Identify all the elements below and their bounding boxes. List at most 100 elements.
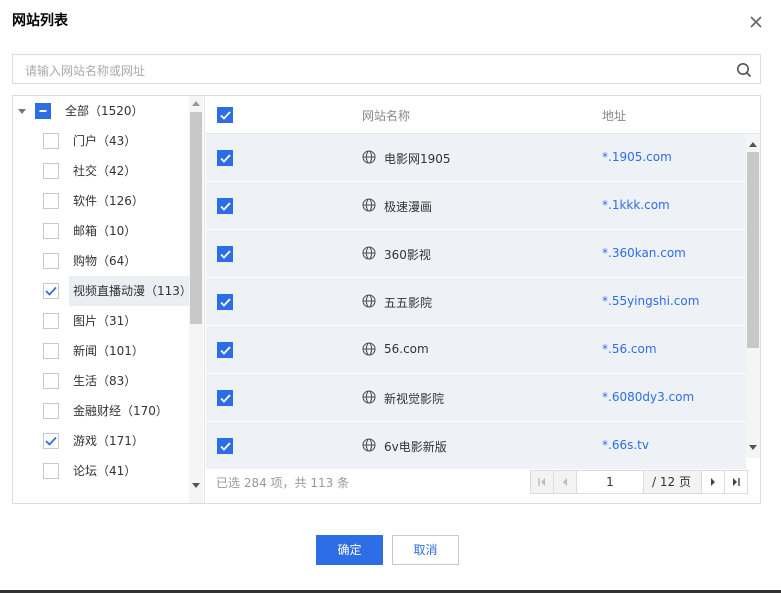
tree-scroll-thumb[interactable] <box>190 112 202 324</box>
site-address[interactable]: *.55yingshi.com <box>602 294 699 308</box>
tree-item[interactable]: 生活（83） <box>43 366 140 396</box>
select-all-checkbox[interactable] <box>217 107 233 123</box>
globe-icon <box>362 198 376 212</box>
tree-checkbox[interactable] <box>43 403 59 419</box>
globe-icon <box>362 390 376 404</box>
tree-item[interactable]: 图片（31） <box>43 306 140 336</box>
table-footer: 已选 284 项，共 113 条 / 12 页 <box>206 458 760 503</box>
row-checkbox[interactable] <box>217 150 233 166</box>
scroll-down-icon[interactable] <box>192 483 200 489</box>
search-input[interactable] <box>23 61 727 81</box>
tree-item-label: 门户（43） <box>73 134 137 148</box>
tree-checkbox[interactable] <box>43 463 59 479</box>
row-checkbox[interactable] <box>217 390 233 406</box>
scroll-up-icon[interactable] <box>749 141 757 147</box>
tree-item[interactable]: 软件（126） <box>43 186 148 216</box>
tree-item-label: 游戏（171） <box>73 434 144 448</box>
table-row[interactable]: 五五影院 *.55yingshi.com <box>206 278 746 326</box>
tree-scrollbar[interactable] <box>189 96 203 503</box>
page-number-input[interactable] <box>576 470 644 494</box>
tree-item-label: 购物（64） <box>73 254 137 268</box>
website-list-dialog: 网站列表 全部（1520） 门户（43） 社交（42） 软件（126） 邮箱（10） 购物… <box>0 0 781 593</box>
tree-item[interactable]: 社交（42） <box>43 156 140 186</box>
scroll-down-icon[interactable] <box>749 445 757 451</box>
page-total: / 12 页 <box>643 470 702 494</box>
tree-checkbox[interactable] <box>43 163 59 179</box>
site-name: 新视觉影院 <box>384 392 445 406</box>
tree-item[interactable]: 视频直播动漫（113） <box>43 276 196 306</box>
tree-checkbox[interactable] <box>43 193 59 209</box>
prev-page-icon <box>563 478 567 486</box>
prev-page-button[interactable] <box>553 470 577 494</box>
site-address[interactable]: *.1kkk.com <box>602 198 670 212</box>
content-panel: 全部（1520） 门户（43） 社交（42） 软件（126） 邮箱（10） 购物（64） 视… <box>12 95 761 504</box>
tree-item[interactable]: 游戏（171） <box>43 426 148 456</box>
category-tree: 全部（1520） 门户（43） 社交（42） 软件（126） 邮箱（10） 购物（64） 视… <box>13 96 205 503</box>
site-address[interactable]: *.66s.tv <box>602 438 649 452</box>
site-name: 电影网1905 <box>384 152 451 166</box>
tree-item-label: 社交（42） <box>73 164 137 178</box>
site-name: 56.com <box>384 342 429 356</box>
tree-checkbox[interactable] <box>43 433 59 449</box>
tree-checkbox[interactable] <box>43 313 59 329</box>
table-row[interactable]: 极速漫画 *.1kkk.com <box>206 182 746 230</box>
site-address[interactable]: *.360kan.com <box>602 246 686 260</box>
confirm-button[interactable]: 确定 <box>316 535 383 565</box>
table-row[interactable]: 电影网1905 *.1905.com <box>206 134 746 182</box>
table-header: 网站名称 地址 <box>206 96 760 134</box>
website-table: 网站名称 地址 电影网1905 *.1905.com 极速漫画 *.1kkk.com 3… <box>206 96 760 503</box>
tree-item[interactable]: 邮箱（10） <box>43 216 140 246</box>
expand-caret-icon[interactable] <box>17 106 27 116</box>
table-row[interactable]: 360影视 *.360kan.com <box>206 230 746 278</box>
selection-summary: 已选 284 项，共 113 条 <box>216 476 350 490</box>
row-checkbox[interactable] <box>217 198 233 214</box>
globe-icon <box>362 246 376 260</box>
globe-icon <box>362 342 376 356</box>
search-box <box>12 54 761 84</box>
site-address[interactable]: *.56.com <box>602 342 657 356</box>
next-page-button[interactable] <box>700 470 725 494</box>
tree-item-label: 生活（83） <box>73 374 137 388</box>
tree-item[interactable]: 门户（43） <box>43 126 140 156</box>
site-address[interactable]: *.1905.com <box>602 150 672 164</box>
tree-checkbox[interactable] <box>43 223 59 239</box>
row-checkbox[interactable] <box>217 438 233 454</box>
tree-item[interactable]: 新闻（101） <box>43 336 148 366</box>
header-address: 地址 <box>602 109 627 123</box>
tree-item[interactable]: 论坛（41） <box>43 456 140 486</box>
tree-checkbox[interactable] <box>43 253 59 269</box>
site-name: 极速漫画 <box>384 200 433 214</box>
tree-checkbox[interactable] <box>43 133 59 149</box>
search-icon[interactable] <box>736 62 752 78</box>
site-name: 6v电影新版 <box>384 440 447 454</box>
tree-item[interactable]: 全部（1520） <box>17 96 148 126</box>
site-name: 五五影院 <box>384 296 433 310</box>
tree-checkbox[interactable] <box>43 373 59 389</box>
tree-item[interactable]: 购物（64） <box>43 246 140 276</box>
last-page-button[interactable] <box>723 470 748 494</box>
cancel-button[interactable]: 取消 <box>392 535 459 565</box>
site-address[interactable]: *.6080dy3.com <box>602 390 694 404</box>
row-checkbox[interactable] <box>217 342 233 358</box>
globe-icon <box>362 150 376 164</box>
table-scrollbar[interactable] <box>746 134 760 458</box>
header-name: 网站名称 <box>362 109 411 123</box>
tree-checkbox[interactable] <box>43 343 59 359</box>
tree-item-label: 图片（31） <box>73 314 137 328</box>
tree-checkbox[interactable] <box>35 103 51 119</box>
table-scroll-thumb[interactable] <box>747 152 759 348</box>
scroll-up-icon[interactable] <box>192 100 200 106</box>
row-checkbox[interactable] <box>217 246 233 262</box>
tree-checkbox[interactable] <box>43 283 59 299</box>
table-row[interactable]: 56.com *.56.com <box>206 326 746 374</box>
first-page-button[interactable] <box>530 470 554 494</box>
table-row[interactable]: 新视觉影院 *.6080dy3.com <box>206 374 746 422</box>
close-icon[interactable] <box>746 12 766 32</box>
tree-item-label: 邮箱（10） <box>73 224 137 238</box>
tree-item-label: 金融财经（170） <box>73 404 168 418</box>
tree-item[interactable]: 金融财经（170） <box>43 396 172 426</box>
tree-item-label: 视频直播动漫（113） <box>69 276 196 306</box>
row-checkbox[interactable] <box>217 294 233 310</box>
site-name: 360影视 <box>384 248 431 262</box>
tree-item-label: 全部（1520） <box>65 104 144 118</box>
